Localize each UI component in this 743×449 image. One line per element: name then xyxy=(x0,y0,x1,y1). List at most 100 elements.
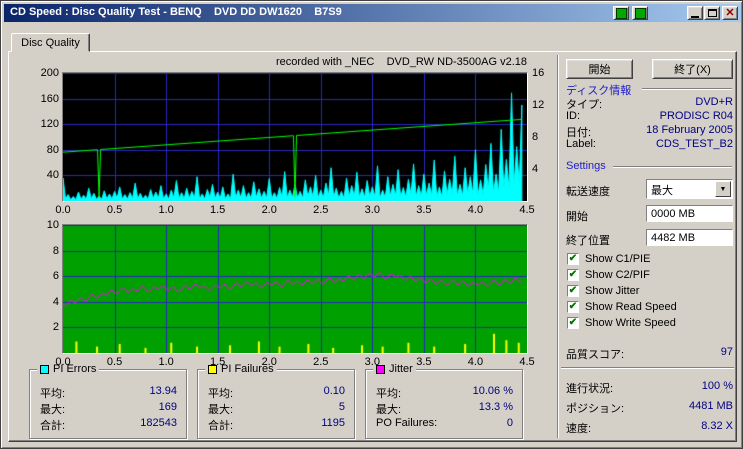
stat-label: 平均: xyxy=(40,388,66,400)
start-button[interactable]: 開始 xyxy=(566,59,633,79)
axis-tick-label: 2.0 xyxy=(261,356,277,368)
close-button[interactable]: ✕ xyxy=(722,6,738,20)
app-window: CD Speed : Disc Quality Test - BENQ DVD … xyxy=(0,0,743,449)
checkbox-show-c1-pie[interactable]: ✔ Show C1/PIE xyxy=(567,252,650,266)
pi-errors-chart-frame xyxy=(62,72,528,202)
section-divider xyxy=(561,367,734,368)
axis-tick-label: 4.5 xyxy=(519,204,535,216)
field-value: 100 % xyxy=(701,380,733,392)
axis-tick-label: 3.5 xyxy=(416,356,432,368)
speed-row: 速度: 8.32 X xyxy=(566,420,733,435)
axis-tick-label: 1.5 xyxy=(210,356,226,368)
checkbox-box[interactable]: ✔ xyxy=(567,317,579,329)
field-value: 8.32 X xyxy=(701,420,733,432)
axis-tick-label: 3.0 xyxy=(364,204,380,216)
stat-label: 最大: xyxy=(208,404,234,416)
pi-errors-group: PI Errors 平均: 13.94 最大: 169 合計: 182543 xyxy=(29,363,187,439)
field-value: 18 February 2005 xyxy=(646,124,733,136)
checkbox-box[interactable]: ✔ xyxy=(567,301,579,313)
axis-tick-label: 2 xyxy=(52,321,59,334)
field-label: 品質スコア: xyxy=(566,349,625,361)
pif-jitter-chart-frame xyxy=(62,224,528,354)
axis-tick-label: 2.5 xyxy=(313,356,329,368)
field-label: 進行状況: xyxy=(566,383,614,395)
check-icon: ✔ xyxy=(568,268,578,280)
stat-row: 最大: 5 xyxy=(198,401,354,416)
tab-disc-quality[interactable]: Disc Quality xyxy=(11,33,90,52)
stat-row: 平均: 10.06 % xyxy=(366,385,522,400)
axis-tick-label: 160 xyxy=(40,92,59,105)
transfer-speed-select[interactable]: 最大 ▼ xyxy=(646,179,733,199)
axis-tick-label: 3.0 xyxy=(364,356,380,368)
dropdown-button[interactable]: ▼ xyxy=(715,181,731,197)
pi-failures-group: PI Failures 平均: 0.10 最大: 5 合計: 1195 xyxy=(197,363,355,439)
stat-label: 合計: xyxy=(208,420,234,432)
field-label: Label: xyxy=(566,138,596,150)
stat-label: 平均: xyxy=(376,388,402,400)
check-icon: ✔ xyxy=(568,316,578,328)
checkbox-show-write-speed[interactable]: ✔ Show Write Speed xyxy=(567,316,676,330)
stat-row: 平均: 13.94 xyxy=(30,385,186,400)
header-divider xyxy=(642,88,732,89)
field-value: PRODISC R04 xyxy=(659,110,733,122)
field-label: 速度: xyxy=(566,423,592,435)
minimize-button[interactable] xyxy=(687,6,703,20)
axis-tick-label: 12 xyxy=(532,99,545,111)
field-value: DVD+R xyxy=(695,96,733,108)
check-icon: ✔ xyxy=(568,252,578,264)
axis-tick-label: 4 xyxy=(532,163,539,175)
checkbox-label: Show Jitter xyxy=(585,285,640,297)
end-position-input[interactable] xyxy=(646,229,733,246)
stat-label: 平均: xyxy=(208,388,234,400)
checkbox-label: Show C1/PIE xyxy=(585,253,651,265)
axis-tick-label: 8 xyxy=(52,244,59,257)
stat-row: 最大: 13.3 % xyxy=(366,401,522,416)
checkbox-box[interactable]: ✔ xyxy=(567,285,579,297)
stat-label: 最大: xyxy=(40,404,66,416)
checkbox-label: Show C2/PIF xyxy=(585,269,650,281)
axis-tick-label: 1.0 xyxy=(158,356,174,368)
stat-value: 182543 xyxy=(140,417,177,429)
axis-tick-label: 4 xyxy=(52,295,59,308)
title-bar[interactable]: CD Speed : Disc Quality Test - BENQ DVD … xyxy=(4,4,741,22)
checkbox-show-c2-pif[interactable]: ✔ Show C2/PIF xyxy=(567,268,650,282)
maximize-button[interactable] xyxy=(704,6,720,20)
stat-value: 10.06 % xyxy=(472,385,513,397)
close-icon: ✕ xyxy=(725,6,735,19)
titlebar-disc-icon-button[interactable] xyxy=(632,6,648,20)
checkbox-box[interactable]: ✔ xyxy=(567,269,579,281)
position-row: ポジション: 4481 MB xyxy=(566,400,733,415)
axis-tick-label: 0.5 xyxy=(106,204,123,216)
selected-option: 最大 xyxy=(651,185,673,197)
progress-row: 進行状況: 100 % xyxy=(566,380,733,395)
stat-row: PO Failures: 0 xyxy=(366,417,522,431)
stat-row: 合計: 1195 xyxy=(198,417,354,432)
stat-value: 169 xyxy=(158,401,177,413)
axis-tick-label: 0.5 xyxy=(106,356,123,368)
axis-tick-label: 80 xyxy=(46,143,59,156)
disc-id-row: ID: PRODISC R04 xyxy=(566,110,733,124)
exit-button[interactable]: 終了(X) xyxy=(652,59,733,79)
stat-value: 1195 xyxy=(321,417,345,429)
disc-label-row: Label: CDS_TEST_B2 xyxy=(566,138,733,152)
axis-tick-label: 2.5 xyxy=(313,204,329,216)
start-position-input[interactable] xyxy=(646,205,733,222)
stat-row: 平均: 0.10 xyxy=(198,385,354,400)
field-value: 97 xyxy=(720,346,733,358)
stat-value: 13.94 xyxy=(149,385,177,397)
axis-tick-label: 1.0 xyxy=(158,204,174,216)
checkbox-show-jitter[interactable]: ✔ Show Jitter xyxy=(567,284,639,298)
maximize-icon xyxy=(707,9,717,17)
axis-tick-label: 4.0 xyxy=(467,356,484,368)
jitter-group: Jitter 平均: 10.06 % 最大: 13.3 % PO Failure… xyxy=(365,363,523,439)
stat-value: 0 xyxy=(506,417,513,429)
axis-tick-label: 0.0 xyxy=(55,204,71,216)
stat-row: 合計: 182543 xyxy=(30,417,186,432)
titlebar-chart-icon-button[interactable] xyxy=(613,6,629,20)
checkbox-show-read-speed[interactable]: ✔ Show Read Speed xyxy=(567,300,677,314)
checkbox-label: Show Read Speed xyxy=(585,301,677,313)
checkbox-box[interactable]: ✔ xyxy=(567,253,579,265)
field-label: ID: xyxy=(566,110,581,122)
field-label: 終了位置 xyxy=(566,235,610,247)
pi-errors-chart xyxy=(63,73,527,201)
